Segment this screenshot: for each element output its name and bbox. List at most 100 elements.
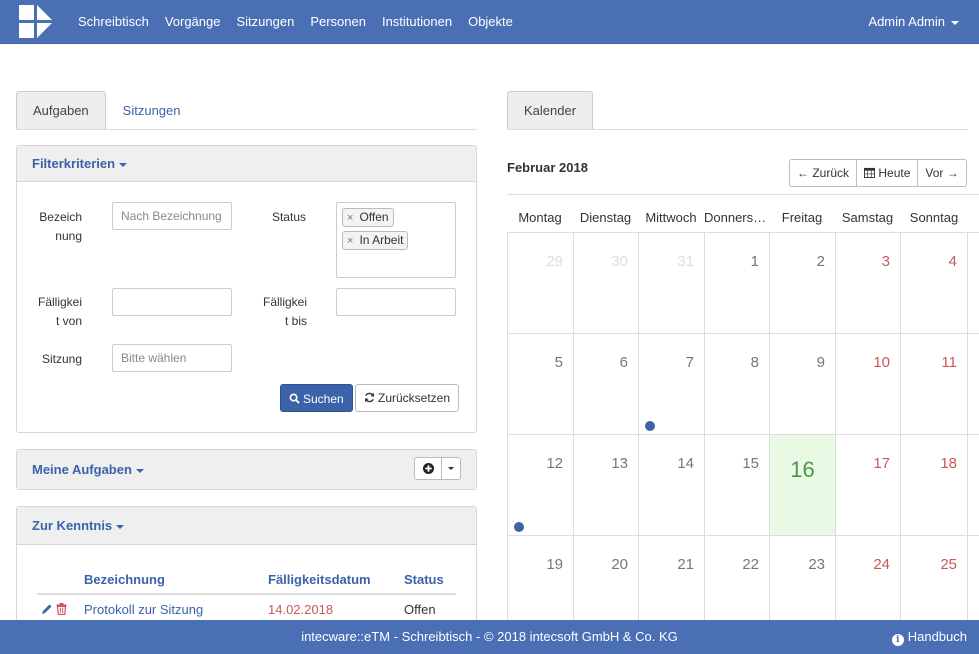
user-menu[interactable]: Admin Admin bbox=[868, 0, 959, 44]
nav-vorgaenge[interactable]: Vorgänge bbox=[157, 0, 229, 44]
app-logo[interactable] bbox=[18, 4, 54, 40]
calendar-day[interactable]: 8 bbox=[704, 334, 769, 434]
handbuch-link[interactable]: i Handbuch bbox=[891, 620, 967, 654]
calendar-day[interactable]: 18 bbox=[900, 435, 968, 535]
calendar-day[interactable]: 14 bbox=[638, 435, 704, 535]
calendar-day[interactable]: 5 bbox=[507, 334, 573, 434]
pencil-icon[interactable] bbox=[41, 603, 53, 615]
faelligkeit-bis-input[interactable] bbox=[336, 288, 456, 316]
column-header-bezeichnung[interactable]: Bezeichnung bbox=[84, 572, 165, 587]
calendar-day[interactable]: 1 bbox=[704, 233, 769, 333]
user-name: Admin Admin bbox=[868, 14, 945, 29]
add-task-button-group bbox=[414, 457, 461, 480]
tab-sitzungen[interactable]: Sitzungen bbox=[106, 91, 198, 129]
table-header-divider bbox=[37, 593, 456, 595]
nav-personen[interactable]: Personen bbox=[302, 0, 374, 44]
calendar-event-marker[interactable] bbox=[645, 421, 655, 431]
chevron-down-icon bbox=[116, 524, 125, 529]
search-icon bbox=[289, 393, 300, 404]
calendar-day-today[interactable]: 16 bbox=[769, 435, 835, 535]
weekday-donnerstag: Donnerstag bbox=[704, 210, 769, 225]
calendar-day[interactable]: 9 bbox=[769, 334, 835, 434]
add-task-dropdown-toggle[interactable] bbox=[442, 457, 461, 480]
calendar-week-2: 5 6 7 8 9 10 11 bbox=[507, 333, 979, 434]
calendar-prev-button[interactable]: ← Zurück bbox=[789, 159, 858, 187]
trash-icon[interactable] bbox=[56, 603, 67, 615]
weekday-sonntag: Sonntag bbox=[909, 210, 959, 225]
bezeichnung-input[interactable]: Nach Bezeichnung bbox=[112, 202, 232, 230]
column-header-faelligkeitsdatum[interactable]: Fälligkeitsdatum bbox=[268, 572, 371, 587]
tag-remove-icon[interactable]: × bbox=[347, 235, 353, 247]
search-button[interactable]: Suchen bbox=[280, 384, 353, 412]
calendar-month-title: Februar 2018 bbox=[507, 160, 588, 175]
meine-aufgaben-panel: Meine Aufgaben bbox=[16, 449, 477, 490]
status-tag-offen[interactable]: × Offen bbox=[342, 208, 394, 227]
row-bezeichnung-link[interactable]: Protokoll zur Sitzung bbox=[84, 602, 203, 617]
calendar-day[interactable]: 11 bbox=[900, 334, 968, 434]
chevron-down-icon bbox=[448, 467, 454, 470]
calendar-nav-buttons: ← Zurück Heute Vor → bbox=[789, 159, 967, 187]
nav-schreibtisch[interactable]: Schreibtisch bbox=[70, 0, 157, 44]
chevron-down-icon bbox=[119, 162, 128, 167]
zur-kenntnis-title: Zur Kenntnis bbox=[32, 518, 113, 533]
arrow-right-icon: → bbox=[946, 166, 959, 180]
tab-aufgaben[interactable]: Aufgaben bbox=[16, 91, 106, 129]
weekday-freitag: Freitag bbox=[781, 210, 823, 225]
add-task-button[interactable] bbox=[414, 457, 442, 480]
tag-remove-icon[interactable]: × bbox=[347, 212, 353, 224]
calendar-day[interactable]: 13 bbox=[573, 435, 638, 535]
calendar-icon bbox=[864, 167, 876, 178]
calendar-week-1: 29 30 31 1 2 3 4 bbox=[507, 232, 979, 333]
arrow-left-icon: ← bbox=[797, 166, 809, 180]
weekday-dienstag: Dienstag bbox=[579, 210, 632, 225]
sitzung-select[interactable]: Bitte wählen bbox=[112, 344, 232, 372]
column-header-status[interactable]: Status bbox=[404, 572, 444, 587]
filter-panel-header[interactable]: Filterkriterien bbox=[17, 146, 476, 182]
weekday-samstag: Samstag bbox=[841, 210, 894, 225]
tab-kalender[interactable]: Kalender bbox=[507, 91, 594, 129]
calendar-day[interactable]: 31 bbox=[638, 233, 704, 333]
calendar-day[interactable]: 6 bbox=[573, 334, 638, 434]
status-label: Status bbox=[271, 210, 306, 224]
nav-objekte[interactable]: Objekte bbox=[460, 0, 521, 44]
left-tabs: Aufgaben Sitzungen bbox=[16, 91, 477, 130]
calendar-day[interactable]: 10 bbox=[835, 334, 900, 434]
calendar-today-button[interactable]: Heute bbox=[857, 159, 919, 187]
calendar-day[interactable]: 12 bbox=[507, 435, 573, 535]
refresh-icon bbox=[364, 392, 375, 403]
sitzung-label: Sitzung bbox=[41, 352, 82, 366]
weekday-mittwoch: Mittwoch bbox=[645, 210, 697, 225]
calendar-week-3: 12 13 14 15 16 17 18 bbox=[507, 434, 979, 535]
calendar-day[interactable]: 15 bbox=[704, 435, 769, 535]
status-multiselect[interactable]: × Offen × In Arbeit bbox=[336, 202, 456, 278]
calendar-day[interactable]: 30 bbox=[573, 233, 638, 333]
calendar-next-button[interactable]: Vor → bbox=[918, 159, 967, 187]
calendar-tabs: Kalender bbox=[507, 91, 968, 130]
calendar-day[interactable]: 29 bbox=[507, 233, 573, 333]
calendar-day[interactable]: 17 bbox=[835, 435, 900, 535]
calendar-event-marker[interactable] bbox=[514, 522, 524, 532]
calendar-grid: Montag Dienstag Mittwoch Donnerstag Frei… bbox=[507, 194, 979, 636]
faelligkeit-bis-label: Fälligkei t bis bbox=[262, 295, 307, 328]
footer-copyright: intecware::eTM - Schreibtisch - © 2018 i… bbox=[301, 629, 678, 644]
nav-sitzungen[interactable]: Sitzungen bbox=[228, 0, 302, 44]
chevron-down-icon bbox=[135, 468, 144, 473]
row-faelligkeitsdatum: 14.02.2018 bbox=[268, 602, 334, 617]
footer: intecware::eTM - Schreibtisch - © 2018 i… bbox=[0, 620, 979, 654]
zur-kenntnis-header[interactable]: Zur Kenntnis bbox=[17, 507, 476, 545]
calendar-day[interactable]: 4 bbox=[900, 233, 968, 333]
calendar-day[interactable]: 7 bbox=[638, 334, 704, 434]
top-navbar: Schreibtisch Vorgänge Sitzungen Personen… bbox=[0, 0, 979, 44]
faelligkeit-von-input[interactable] bbox=[112, 288, 232, 316]
meine-aufgaben-header[interactable]: Meine Aufgaben bbox=[17, 450, 476, 489]
calendar-day[interactable]: 3 bbox=[835, 233, 900, 333]
faelligkeit-von-label: Fälligkei t von bbox=[37, 295, 82, 328]
calendar-day[interactable]: 2 bbox=[769, 233, 835, 333]
reset-button[interactable]: Zurücksetzen bbox=[355, 384, 460, 412]
status-tag-in-arbeit[interactable]: × In Arbeit bbox=[342, 231, 409, 250]
bezeichnung-label: Bezeich nung bbox=[39, 210, 82, 243]
weekday-montag: Montag bbox=[518, 210, 562, 225]
nav-institutionen[interactable]: Institutionen bbox=[374, 0, 460, 44]
row-status: Offen bbox=[404, 602, 436, 617]
weekday-header-row: Montag Dienstag Mittwoch Donnerstag Frei… bbox=[507, 194, 979, 232]
